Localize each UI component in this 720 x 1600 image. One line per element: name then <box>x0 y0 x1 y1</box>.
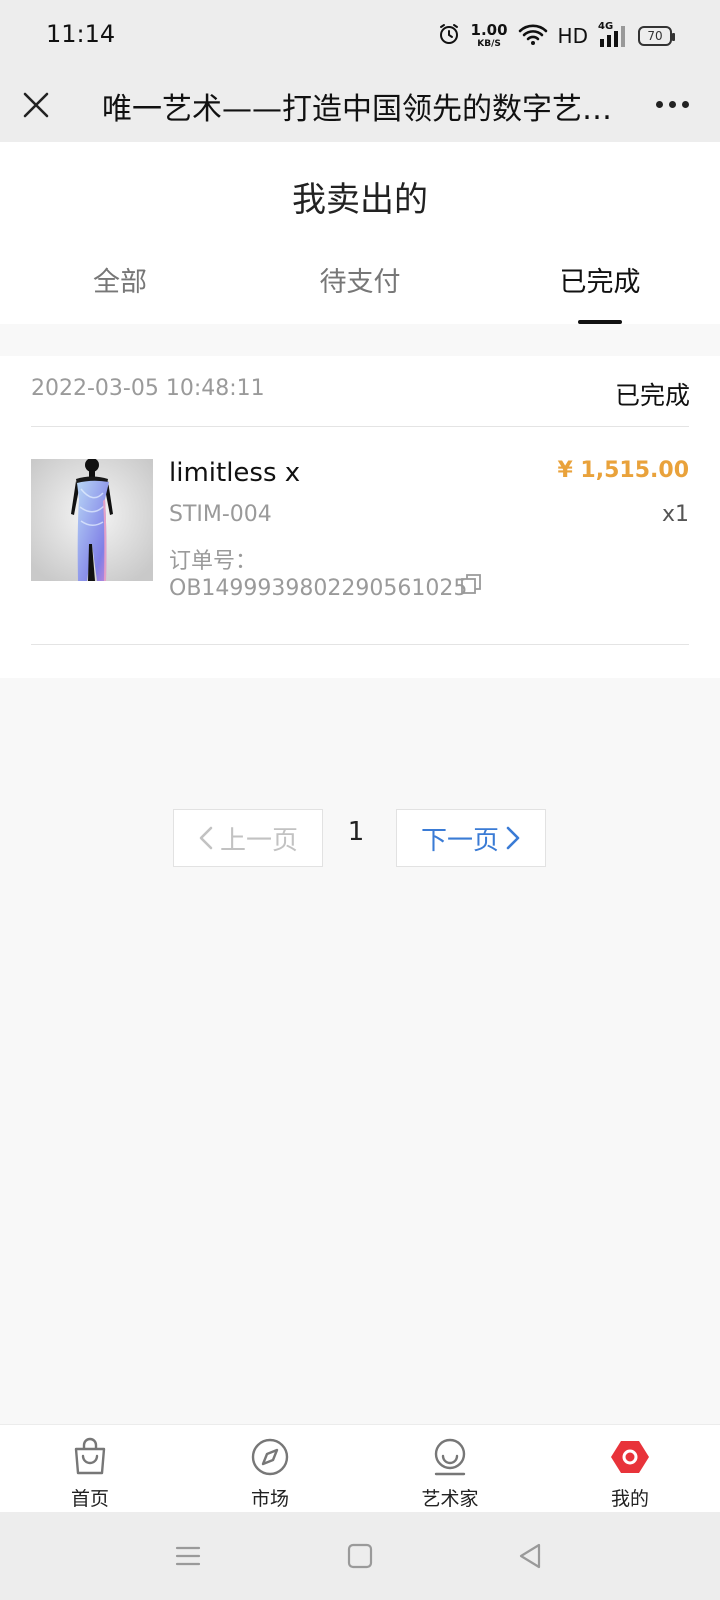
next-page-button[interactable]: 下一页 <box>396 809 546 867</box>
product-sku: STIM-004 <box>169 502 272 527</box>
battery-level: 70 <box>647 29 663 43</box>
product-name[interactable]: limitless x <box>169 458 300 488</box>
alarm-icon <box>437 22 461 50</box>
home-square-icon <box>347 1543 373 1569</box>
order-status: 已完成 <box>614 381 690 410</box>
profile-icon <box>611 1441 649 1473</box>
active-tab-indicator <box>578 320 622 324</box>
tabbar-item-market[interactable]: 市场 <box>180 1425 360 1513</box>
order-tabs: 全部 待支付 已完成 <box>0 260 720 324</box>
copy-icon[interactable] <box>459 572 483 596</box>
page-header: 我卖出的 全部 待支付 已完成 <box>0 142 720 324</box>
net-speed-unit: KB/S <box>477 39 501 49</box>
webview-title: 唯一艺术——打造中国领先的数字艺… <box>102 92 612 127</box>
system-navigation-bar <box>0 1512 720 1600</box>
prev-page-label: 上一页 <box>219 825 298 856</box>
shopping-bag-icon <box>74 1437 106 1475</box>
tabbar-label: 市场 <box>250 1488 289 1510</box>
product-quantity: x1 <box>661 502 689 527</box>
net-speed: 1.00 KB/S <box>471 23 508 49</box>
prev-page-button[interactable]: 上一页 <box>173 809 323 867</box>
tabbar-item-mine[interactable]: 我的 <box>540 1425 720 1513</box>
artist-icon <box>434 1438 466 1476</box>
net-speed-value: 1.00 <box>470 21 508 39</box>
status-bar: 11:14 1.00 KB/S HD 4G 70 <box>0 0 720 70</box>
more-icon-dot <box>681 100 689 108</box>
webview-title-bar: 唯一艺术——打造中国领先的数字艺… <box>0 70 720 142</box>
order-card[interactable]: 2022-03-05 10:48:11 已完成 limitless x STIM… <box>0 356 720 678</box>
order-date: 2022-03-05 10:48:11 <box>31 376 265 401</box>
compass-icon <box>251 1438 289 1476</box>
more-icon-dot <box>655 100 663 108</box>
tabbar-label: 我的 <box>610 1488 649 1510</box>
tab-completed[interactable]: 已完成 <box>500 260 700 324</box>
current-page-number: 1 <box>347 817 365 847</box>
tab-pending-payment[interactable]: 待支付 <box>260 260 460 324</box>
close-icon <box>23 92 49 118</box>
back-triangle-icon <box>519 1543 541 1569</box>
menu-icon <box>175 1546 201 1566</box>
back-button[interactable] <box>508 1534 552 1578</box>
status-time: 11:14 <box>46 20 116 48</box>
battery-icon: 70 <box>638 26 675 46</box>
chevron-right-icon <box>506 826 520 850</box>
signal-icon: 4G <box>598 21 628 49</box>
tab-all[interactable]: 全部 <box>20 260 220 324</box>
bottom-tab-bar: 首页 市场 艺术家 我的 <box>0 1424 720 1512</box>
tabbar-label: 首页 <box>70 1488 109 1510</box>
order-number: OB1499939802290561025 <box>169 576 468 601</box>
divider <box>31 644 689 645</box>
order-number-label: 订单号： <box>169 549 258 574</box>
more-button[interactable] <box>644 84 700 124</box>
chevron-left-icon <box>199 826 213 850</box>
home-button[interactable] <box>338 1534 382 1578</box>
wifi-icon <box>518 22 548 50</box>
product-price: ¥ 1,515.00 <box>557 458 689 483</box>
divider <box>31 426 689 427</box>
tabbar-label: 艺术家 <box>421 1488 479 1510</box>
menu-button[interactable] <box>166 1534 210 1578</box>
close-button[interactable] <box>16 80 56 130</box>
next-page-label: 下一页 <box>420 825 499 856</box>
product-image[interactable] <box>31 459 153 581</box>
pagination: 上一页 1 下一页 <box>173 809 547 867</box>
more-icon-dot <box>668 100 676 108</box>
hd-label: HD <box>557 24 588 48</box>
tabbar-item-home[interactable]: 首页 <box>0 1425 180 1513</box>
page-title: 我卖出的 <box>292 180 428 220</box>
tabbar-item-artists[interactable]: 艺术家 <box>360 1425 540 1513</box>
status-icons: 1.00 KB/S HD 4G 70 <box>437 18 675 54</box>
